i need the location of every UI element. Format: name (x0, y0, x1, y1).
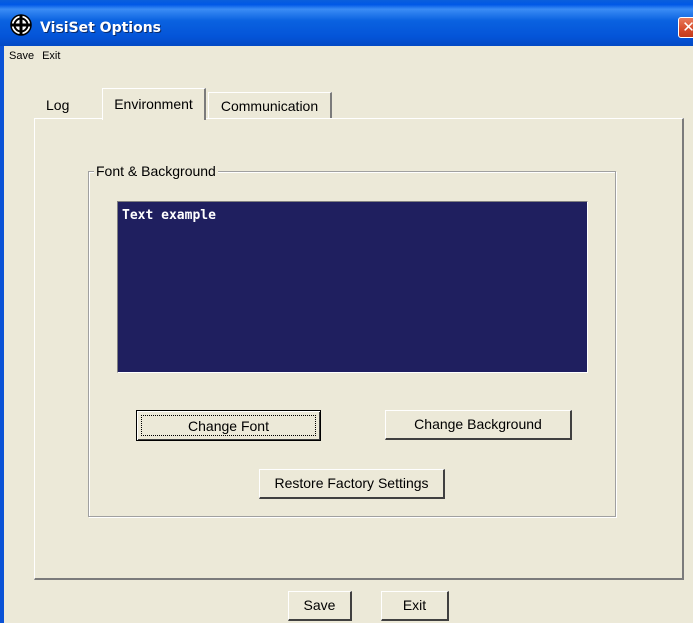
close-button[interactable]: ✕ (678, 17, 693, 38)
restore-factory-settings-button[interactable]: Restore Factory Settings (259, 469, 445, 499)
window-frame-left (0, 46, 4, 623)
title-bar: VisiSet Options ✕ (0, 0, 693, 46)
exit-button[interactable]: Exit (381, 591, 449, 621)
app-icon (10, 14, 32, 36)
menu-exit[interactable]: Exit (37, 46, 63, 66)
window-title: VisiSet Options (40, 20, 161, 36)
change-background-button[interactable]: Change Background (385, 410, 572, 440)
text-preview-box: Text example (117, 201, 588, 373)
save-button[interactable]: Save (288, 591, 352, 621)
change-font-label: Change Font (141, 415, 316, 436)
tab-communication[interactable]: Communication (208, 92, 332, 118)
close-icon: ✕ (682, 19, 693, 36)
menu-bar: Save Exit (4, 46, 693, 66)
visiset-options-window: VisiSet Options ✕ Save Exit Log Environme… (0, 0, 693, 623)
menu-save[interactable]: Save (4, 46, 37, 66)
tab-log[interactable]: Log (34, 92, 98, 118)
change-font-button[interactable]: Change Font (136, 410, 321, 441)
groupbox-legend: Font & Background (94, 163, 218, 179)
tab-environment[interactable]: Environment (102, 88, 206, 120)
preview-text: Text example (122, 208, 216, 223)
